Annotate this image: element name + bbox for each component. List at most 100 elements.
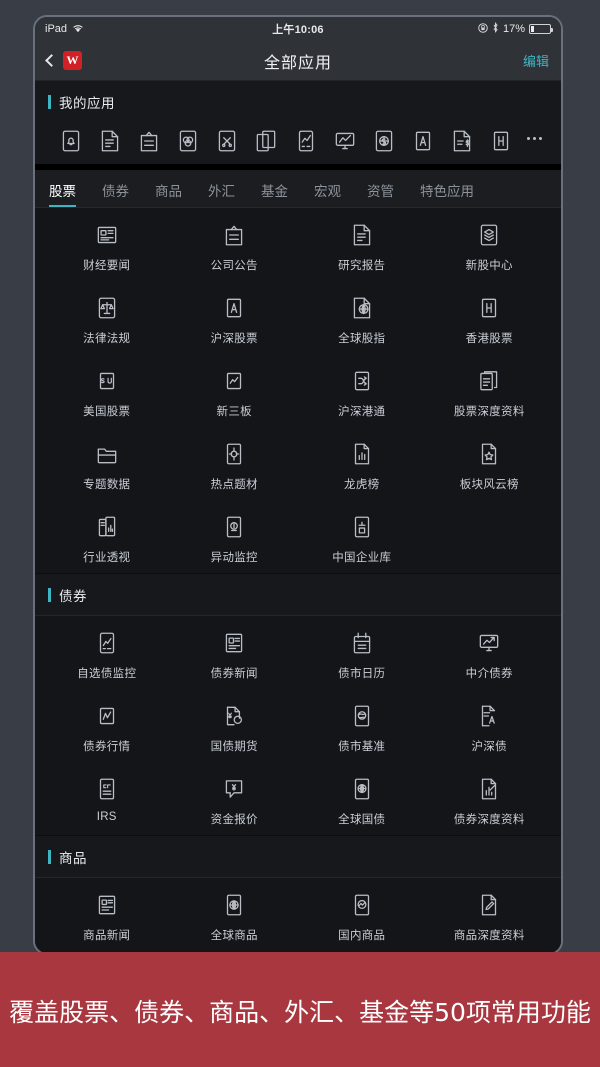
app-item[interactable]: 国内商品 [298,892,426,943]
globe-commodity-icon [221,892,247,918]
app-item[interactable]: 国债期货 [171,703,299,754]
app-item[interactable]: 自选债监控 [43,630,171,681]
app-item[interactable]: 异动监控 [171,514,299,565]
app-item[interactable]: 法律法规 [43,295,171,346]
note-lines-icon [97,128,119,152]
app-item-label: 债市日历 [338,668,386,680]
chart-line-box-icon [221,368,247,394]
app-item-label: 商品新闻 [83,930,131,942]
app-item-label: 资金报价 [210,814,258,826]
app-item[interactable]: 美国股票 [43,368,171,419]
app-item[interactable]: 香港股票 [426,295,554,346]
app-item-label: 国债期货 [210,741,258,753]
app-item-label: 沪深股票 [210,333,258,345]
app-item[interactable]: 热点题材 [171,441,299,492]
app-item[interactable]: 新股中心 [426,222,554,273]
app-item[interactable]: 资金报价 [171,776,299,827]
benchmark-swap-icon [349,703,375,729]
monitor-alert-icon [221,514,247,540]
rotation-lock-icon [478,22,488,36]
app-item[interactable]: 板块风云榜 [426,441,554,492]
my-app-icon-3[interactable] [127,128,166,152]
more-apps-button[interactable] [519,136,549,142]
tab-1[interactable]: 股票 [49,180,76,207]
my-app-icon-8[interactable] [323,128,362,150]
battery-icon [529,24,553,34]
app-item[interactable]: 专题数据 [43,441,171,492]
app-item-label: 中介债券 [465,668,513,680]
my-app-icon-12[interactable] [480,128,519,151]
app-item-label: 沪深港通 [338,406,386,418]
app-item[interactable]: 研究报告 [298,222,426,273]
scissors-chart-icon [214,128,236,152]
my-app-icon-9[interactable] [362,128,401,152]
category-tabs[interactable]: 股票 债券 商品 外汇 基金 宏观 资管 特色应用 [35,170,561,208]
app-item[interactable]: 中国企业库 [298,514,426,565]
tab-8[interactable]: 特色应用 [420,180,474,207]
app-item-label: 全球股指 [338,333,386,345]
app-item[interactable]: 沪深股票 [171,295,299,346]
calendar-icon [349,630,375,656]
battery-percent-label: 17% [502,23,525,35]
my-app-icon-2[interactable] [88,128,127,152]
dot-1 [526,136,530,140]
my-app-icon-7[interactable] [284,128,323,152]
edit-button[interactable]: 编辑 [523,51,549,70]
my-apps-icon-strip [35,122,561,164]
app-item-label: 自选债监控 [77,668,137,680]
irs-doc-icon [94,776,120,802]
app-item[interactable]: 全球股指 [298,295,426,346]
us-flag-icon [94,368,120,394]
app-item[interactable]: 债市日历 [298,630,426,681]
app-item[interactable]: 沪深港通 [298,368,426,419]
app-item[interactable]: 公司公告 [171,222,299,273]
tab-6[interactable]: 宏观 [314,180,341,207]
bond-news-icon [221,630,247,656]
app-item-label: 新股中心 [465,260,513,272]
back-button[interactable]: W [45,51,82,70]
app-item-label: 美国股票 [83,406,131,418]
section-title: 商品 [59,851,87,866]
my-app-icon-4[interactable] [167,128,206,152]
app-item[interactable]: 全球商品 [171,892,299,943]
app-item-label: 公司公告 [210,260,258,272]
promo-banner-text: 覆盖股票、债券、商品、外汇、基金等50项常用功能 [9,998,591,1027]
app-item[interactable]: 债券新闻 [171,630,299,681]
app-item[interactable]: 商品深度资料 [426,892,554,943]
my-app-icon-10[interactable] [402,128,441,151]
my-app-icon-1[interactable] [49,128,88,152]
app-item[interactable]: 中介债券 [426,630,554,681]
app-item[interactable]: 股票深度资料 [426,368,554,419]
app-item[interactable]: 债券行情 [43,703,171,754]
app-grid-scroll-area[interactable]: 财经要闻公司公告 研究报告新股中心法律法规沪深股票 全球股指 香港股票美国股票 新三板沪… [35,208,561,953]
app-item[interactable]: IRS [43,776,171,827]
yen-quote-icon [221,776,247,802]
app-grid-股票: 财经要闻 公司公告 研究报告 新股中心法律法规 沪深股票 全球股指 香港股票美国股票 新三板 沪… [35,208,561,573]
tab-5[interactable]: 基金 [261,180,288,207]
wifi-icon [72,23,84,36]
app-item[interactable]: 全球国债 [298,776,426,827]
tab-2[interactable]: 债券 [102,180,129,207]
my-app-icon-5[interactable] [206,128,245,152]
app-item[interactable]: 新三板 [171,368,299,419]
enterprise-doc-icon [349,514,375,540]
my-app-icon-11[interactable] [441,128,480,152]
section-accent-bar [48,850,51,864]
tab-3[interactable]: 商品 [155,180,182,207]
nav-bar: W 全部应用 编辑 [35,41,561,81]
app-item[interactable]: 债券深度资料 [426,776,554,827]
documents-stack-icon [476,368,502,394]
tab-4[interactable]: 外汇 [208,180,235,207]
app-item[interactable]: 债市基准 [298,703,426,754]
app-item-label: 专题数据 [83,479,131,491]
app-item[interactable]: 财经要闻 [43,222,171,273]
app-item[interactable]: 商品新闻 [43,892,171,943]
commodity-news-icon [94,892,120,918]
bar-chart-doc-icon [349,441,375,467]
tab-7[interactable]: 资管 [367,180,394,207]
domestic-commodity-icon [349,892,375,918]
app-item[interactable]: 沪深债 [426,703,554,754]
my-app-icon-6[interactable] [245,128,284,152]
app-item[interactable]: 行业透视 [43,514,171,565]
app-item[interactable]: 龙虎榜 [298,441,426,492]
